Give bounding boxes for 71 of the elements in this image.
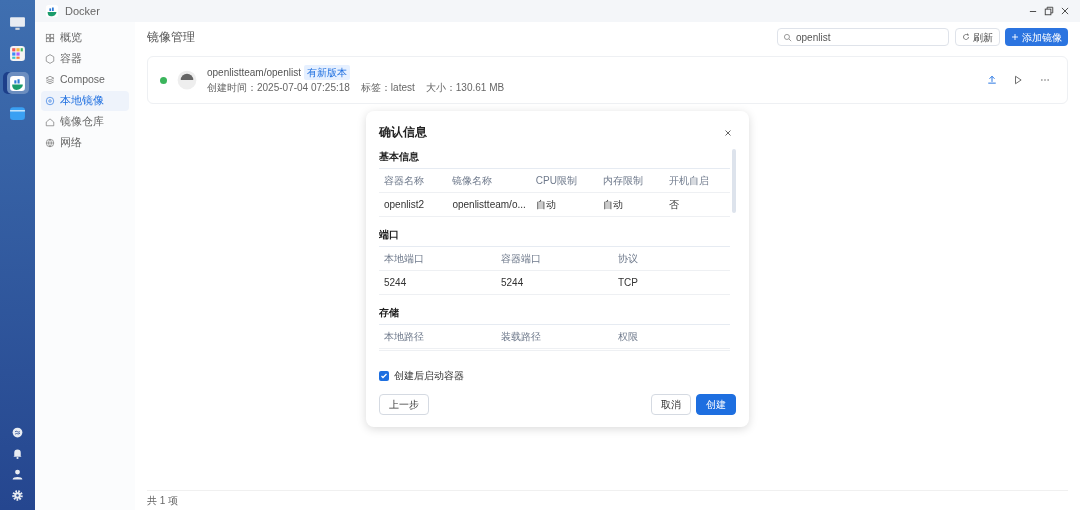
globe-icon: [45, 138, 55, 148]
image-size: 大小：130.61 MB: [425, 81, 505, 95]
dialog-title: 确认信息: [379, 124, 427, 141]
back-button[interactable]: 上一步: [379, 394, 429, 415]
column-header: 容器端口: [496, 246, 613, 271]
sidebar-item[interactable]: 容器: [41, 49, 129, 69]
update-badge: 有新版本: [303, 65, 350, 80]
house-icon: [45, 117, 55, 127]
item-count: 共 1 项: [147, 490, 1068, 510]
column-header: 协议: [613, 246, 730, 271]
table-cell: TCP: [613, 270, 730, 295]
search-field[interactable]: openlist: [777, 28, 949, 46]
table-cell: openlist2: [379, 192, 448, 217]
play-icon[interactable]: [1013, 75, 1023, 85]
sidebar-item[interactable]: 本地镜像: [41, 91, 129, 111]
sidebar-item[interactable]: 概览: [41, 28, 129, 48]
window-title: Docker: [65, 3, 100, 19]
image-name: openlistteam/openlist: [207, 66, 301, 80]
close-icon: [724, 128, 732, 137]
column-header: 本地端口: [379, 246, 496, 271]
column-header: CPU限制: [530, 168, 598, 193]
created-time: 创建时间：2025-07-04 07:25:18: [207, 81, 350, 95]
table-cell: 否: [664, 192, 730, 217]
close-icon[interactable]: [1060, 6, 1070, 16]
user-icon[interactable]: [11, 468, 24, 481]
sidebar-item[interactable]: 网络: [41, 133, 129, 153]
folder-icon: [9, 104, 26, 122]
sidebar-item[interactable]: 镜像仓库: [41, 112, 129, 132]
sidebar-item[interactable]: Compose: [41, 70, 129, 90]
app-grid-icon: [9, 44, 26, 62]
whale-icon: [9, 74, 26, 92]
search-icon: [783, 33, 792, 42]
checkbox-label: 创建后启动容器: [394, 369, 464, 383]
section-title: 端口: [379, 228, 400, 242]
settings-icon[interactable]: [11, 489, 24, 502]
refresh-button[interactable]: 刷新: [954, 28, 1000, 46]
section-title: 存储: [379, 306, 400, 320]
table-cell: 5244: [379, 270, 496, 295]
image-tag: 标签：latest: [360, 80, 415, 95]
scrollbar-thumb[interactable]: [732, 149, 736, 213]
plus-icon: [1011, 33, 1019, 41]
page-title: 镜像管理: [147, 29, 195, 46]
bell-icon[interactable]: [11, 447, 24, 460]
column-header: 本地路径: [379, 324, 496, 349]
monitor-icon: [9, 14, 26, 32]
table-cell: 自动: [597, 192, 665, 217]
column-header: 内存限制: [597, 168, 665, 193]
upload-icon[interactable]: [986, 75, 997, 85]
column-header: 镜像名称: [447, 168, 531, 193]
restore-icon[interactable]: [1044, 6, 1054, 16]
add-image-button[interactable]: 添加镜像: [1005, 28, 1068, 46]
cancel-button[interactable]: 取消: [650, 394, 691, 415]
column-header: 装载路径: [496, 324, 613, 349]
column-header: 开机自启: [664, 168, 730, 193]
cube-icon: [45, 54, 55, 64]
table-cell: openlistteam/o...: [447, 192, 531, 217]
layers-icon: [45, 75, 55, 85]
refresh-icon: [961, 33, 970, 41]
image-logo-icon: [177, 70, 197, 90]
whale-icon: [45, 4, 59, 18]
column-header: 容器名称: [379, 168, 448, 193]
section-title: 基本信息: [379, 150, 420, 164]
disc-icon: [45, 96, 55, 106]
table-cell: 5244: [496, 270, 613, 295]
create-button[interactable]: 创建: [696, 394, 736, 415]
dock-app-button[interactable]: [6, 72, 29, 94]
checkbox[interactable]: [379, 370, 389, 381]
table-cell: 自动: [530, 192, 598, 217]
grid-icon: [45, 33, 55, 43]
column-header: 权限: [613, 324, 730, 349]
globe-icon[interactable]: [11, 426, 24, 439]
